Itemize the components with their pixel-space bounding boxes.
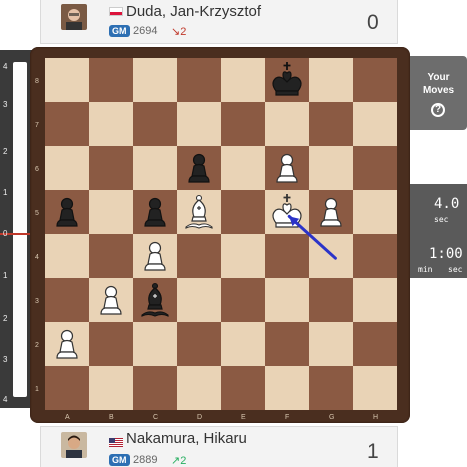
your-moves-label-line2: Moves bbox=[422, 85, 455, 96]
eval-tick: 0 bbox=[3, 229, 8, 238]
file-label: D bbox=[197, 414, 203, 421]
rank-label: 5 bbox=[35, 210, 39, 217]
rank-label: 7 bbox=[35, 122, 39, 129]
rank-label: 1 bbox=[35, 386, 39, 393]
eval-tick: 4 bbox=[3, 62, 8, 71]
file-label: B bbox=[109, 414, 114, 421]
eval-tick: 3 bbox=[3, 355, 8, 364]
bottom-player-rating: 2889 bbox=[133, 454, 158, 466]
help-icon[interactable]: ? bbox=[431, 103, 445, 117]
bottom-player-rating-change: ↗2 bbox=[171, 455, 187, 467]
clock-min-label: min bbox=[418, 265, 433, 274]
eval-tick: 1 bbox=[3, 271, 8, 280]
bottom-player-score: 1 bbox=[367, 440, 379, 463]
clock-timer: 1:00 bbox=[429, 246, 463, 262]
your-moves-button[interactable]: Your Moves ? bbox=[410, 56, 467, 130]
file-label: E bbox=[241, 414, 246, 421]
clock-increment-unit: sec bbox=[434, 215, 449, 224]
board-overlay bbox=[287, 214, 337, 260]
top-player-avatar bbox=[61, 4, 87, 30]
clock-increment: 4.0 bbox=[434, 196, 460, 212]
bottom-player-card: Nakamura, Hikaru GM 2889 ↗2 1 bbox=[40, 426, 398, 467]
eval-tick: 3 bbox=[3, 100, 8, 109]
rank-label: 4 bbox=[35, 254, 39, 261]
rank-label: 8 bbox=[35, 78, 39, 85]
evaluation-bar bbox=[13, 62, 27, 397]
file-label: C bbox=[153, 414, 159, 421]
bottom-player-name: Nakamura, Hikaru bbox=[126, 430, 247, 447]
your-moves-label-line1: Your bbox=[427, 72, 450, 83]
eval-tick: 1 bbox=[3, 188, 8, 197]
rank-label: 3 bbox=[35, 298, 39, 305]
eval-tick: 2 bbox=[3, 314, 8, 323]
rank-label: 6 bbox=[35, 166, 39, 173]
top-player-card: Duda, Jan-Krzysztof GM 2694 ↘2 0 bbox=[40, 0, 398, 44]
file-label: F bbox=[285, 414, 290, 421]
clock-panel: 4.0 sec 1:00 min sec bbox=[410, 184, 467, 278]
top-player-name: Duda, Jan-Krzysztof bbox=[126, 3, 262, 20]
move-arrow bbox=[287, 214, 337, 260]
bottom-player-avatar bbox=[61, 432, 87, 458]
top-player-score: 0 bbox=[367, 11, 379, 34]
clock-sec-label: sec bbox=[448, 265, 463, 274]
file-label: A bbox=[65, 414, 70, 421]
top-player-rating-change: ↘2 bbox=[171, 26, 187, 38]
top-player-rating: 2694 bbox=[133, 25, 158, 37]
eval-tick: 2 bbox=[3, 147, 8, 156]
file-label: H bbox=[373, 414, 379, 421]
usa-flag-icon bbox=[109, 434, 123, 447]
rank-label: 2 bbox=[35, 342, 39, 349]
bottom-player-title-badge: GM bbox=[109, 454, 130, 466]
file-label: G bbox=[329, 414, 335, 421]
top-player-title-badge: GM bbox=[109, 25, 130, 37]
eval-tick: 4 bbox=[3, 395, 8, 404]
poland-flag-icon bbox=[109, 7, 123, 16]
